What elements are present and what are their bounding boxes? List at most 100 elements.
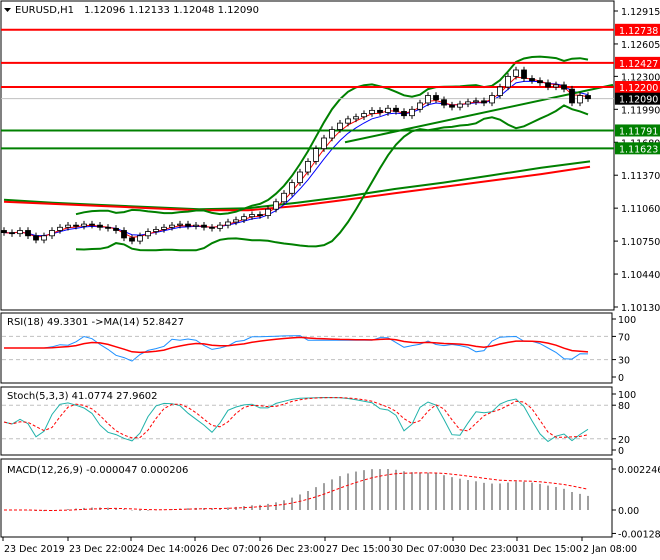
candle-body (337, 122, 343, 130)
indicator-tick-label: 30 (618, 356, 630, 367)
chart-canvas[interactable]: 10070300 10080200 0.0022460.00-0.001284 … (0, 0, 660, 560)
ohlc-header: 1.12096 1.12133 1.12048 1.12090 (84, 5, 259, 16)
candle-body (489, 95, 495, 104)
candle-body (241, 216, 247, 221)
candle-body (185, 223, 191, 227)
time-label: 31 Dec 15:00 (518, 544, 582, 555)
rsi-line (4, 335, 589, 362)
macd-label: MACD(12,26,9) -0.000047 0.000206 (7, 465, 188, 476)
indicator-tick-label: 0.00 (618, 506, 639, 517)
candle-body (561, 84, 567, 90)
price-tick-label: 1.10750 (621, 237, 660, 248)
ma-blue-line (3, 80, 589, 237)
time-label: 30 Dec 07:00 (391, 544, 455, 555)
candle-body (377, 109, 383, 113)
candle-body (393, 107, 399, 112)
indicator-tick-label: 80 (618, 401, 630, 412)
candle-body (273, 201, 279, 210)
candle-body (449, 104, 455, 108)
candle-body (321, 137, 327, 150)
level-price-label: 1.11623 (619, 144, 658, 155)
candle-body (473, 100, 479, 103)
candle-body (161, 226, 167, 230)
candle-body (33, 235, 39, 241)
symbol-header: EURUSD,H1 (15, 5, 74, 16)
candle-body (281, 192, 287, 203)
time-label: 30 Dec 23:00 (454, 544, 518, 555)
indicator-tick-label: 100 (618, 390, 636, 401)
candle-body (513, 69, 519, 77)
candle-body (297, 171, 303, 184)
price-tick-label: 1.10130 (621, 303, 660, 314)
rsi-label: RSI(18) 49.3301 ->MA(14) 52.8427 (7, 317, 184, 328)
candle-body (57, 226, 63, 231)
candle-body (1, 230, 7, 234)
candle-body (289, 182, 295, 194)
candle-body (153, 229, 159, 232)
candle-body (169, 224, 175, 228)
candle-body (41, 235, 47, 241)
candle-body (9, 232, 15, 235)
time-label: 26 Dec 23:00 (261, 544, 325, 555)
candle-body (249, 214, 255, 218)
candle-body (265, 208, 271, 216)
candle-body (177, 223, 183, 226)
candle-body (225, 221, 231, 226)
level-price-label: 1.11791 (619, 126, 658, 137)
indicator-tick-label: 70 (618, 332, 630, 343)
candle-body (25, 230, 31, 237)
indicator-tick-label: 100 (618, 315, 636, 326)
candle-body (361, 113, 367, 118)
candle-body (313, 148, 319, 162)
candle-body (73, 224, 79, 227)
price-tick-label: 1.11060 (621, 204, 660, 215)
candle-body (201, 224, 207, 228)
candle-body (457, 103, 463, 108)
indicator-tick-label: 20 (618, 435, 630, 446)
price-tick-label: 1.11370 (621, 171, 660, 182)
candle-body (433, 95, 439, 101)
candle-body (305, 160, 311, 173)
candle-body (329, 129, 335, 139)
candle-body (585, 95, 591, 100)
candle-body (137, 235, 143, 242)
candle-body (345, 118, 351, 124)
rsi-ma-line (4, 336, 589, 354)
candle-body (577, 95, 583, 104)
candle-body (49, 230, 55, 237)
candle-body (465, 101, 471, 105)
candle-body (353, 116, 359, 120)
candle-body (497, 86, 503, 96)
collapse-triangle-icon[interactable] (4, 8, 11, 12)
candle-body (121, 230, 127, 239)
candle-body (553, 84, 559, 88)
candle-body (545, 82, 551, 88)
candle-body (401, 111, 407, 117)
candle-body (97, 224, 103, 228)
candle-body (537, 80, 543, 84)
candle-body (209, 226, 215, 229)
level-price-label: 1.12200 (619, 83, 658, 94)
main-pane[interactable] (0, 0, 615, 311)
level-price-label: 1.12738 (619, 26, 658, 37)
time-label: 26 Dec 07:00 (196, 544, 260, 555)
time-label: 24 Dec 14:00 (132, 544, 196, 555)
price-tick-label: 1.12915 (621, 7, 660, 18)
candle-body (217, 224, 223, 229)
time-label: 23 Dec 2019 (4, 544, 65, 555)
candle-body (129, 237, 135, 242)
candle-body (521, 69, 527, 79)
candle-body (385, 107, 391, 113)
candle-body (113, 227, 119, 231)
level-price-label: 1.12090 (619, 95, 658, 106)
candle-body (481, 100, 487, 104)
time-label: 27 Dec 15:00 (326, 544, 390, 555)
time-label: 2 Jan 08:00 (583, 544, 637, 555)
indicator-tick-label: 0 (618, 373, 624, 384)
candle-body (17, 230, 23, 235)
candle-body (529, 78, 535, 82)
stoch-label: Stoch(5,3,3) 41.0774 27.9602 (7, 391, 158, 402)
candle-body (193, 224, 199, 227)
candle-body (441, 99, 447, 106)
price-tick-label: 1.11990 (621, 105, 660, 116)
